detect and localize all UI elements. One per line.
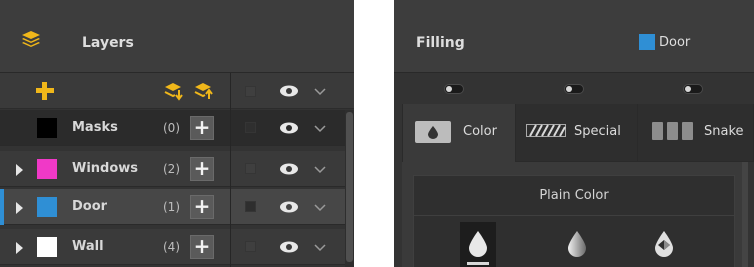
eye-icon[interactable] — [279, 201, 299, 213]
layer-count: (1) — [163, 200, 180, 214]
filling-content: Plain Color — [402, 162, 746, 267]
chevron-down-icon[interactable] — [314, 244, 326, 252]
chevron-down-icon[interactable] — [314, 125, 326, 133]
drop-solid-button[interactable] — [460, 222, 496, 267]
filling-scrollbar[interactable] — [742, 162, 748, 267]
tab-color[interactable]: Color — [402, 104, 516, 162]
chevron-down-icon[interactable] — [314, 204, 326, 212]
add-item-button[interactable]: + — [190, 235, 214, 259]
eye-icon[interactable] — [279, 85, 299, 97]
drop-transparent-icon — [655, 231, 673, 257]
layer-name: Windows — [72, 161, 139, 176]
layer-row-masks[interactable]: Masks (0) + — [0, 110, 345, 146]
eye-icon[interactable] — [279, 122, 299, 134]
layer-row-windows[interactable]: Windows (2) + — [0, 151, 345, 187]
layer-name: Door — [72, 199, 108, 214]
layer-count: (0) — [163, 121, 180, 135]
toolbar-checkbox[interactable] — [245, 86, 256, 97]
section-title: Plain Color — [414, 176, 734, 216]
drop-solid-icon — [469, 231, 487, 257]
layer-lock-checkbox[interactable] — [245, 122, 256, 133]
drop-transparent-button[interactable] — [646, 222, 682, 267]
snake-tab-toggle[interactable] — [683, 84, 703, 94]
layer-row-door[interactable]: Door (1) + — [0, 189, 345, 225]
layers-panel: Layers Masks (0) + Windows (2) + Door (1… — [0, 0, 354, 267]
selection-indicator — [0, 189, 4, 225]
special-tab-toggle[interactable] — [564, 84, 584, 94]
target-layer-name: Door — [659, 35, 691, 50]
chevron-down-icon[interactable] — [314, 88, 326, 96]
layers-title: Layers — [82, 35, 134, 51]
layer-row-wall[interactable]: Wall (4) + — [0, 229, 345, 265]
add-item-button[interactable]: + — [190, 116, 214, 140]
layer-lock-checkbox[interactable] — [245, 163, 256, 174]
tab-snake[interactable]: Snake — [638, 104, 754, 162]
color-tab-toggle[interactable] — [444, 84, 464, 94]
hatch-pattern-icon — [526, 124, 566, 137]
layers-header: Layers — [0, 0, 354, 73]
target-color-swatch — [639, 34, 655, 50]
scrollbar-thumb[interactable] — [346, 112, 353, 262]
filling-title: Filling — [416, 35, 465, 51]
filling-header: Filling Door — [394, 0, 754, 73]
layer-color-swatch[interactable] — [37, 118, 57, 138]
eye-icon[interactable] — [279, 163, 299, 175]
snake-pattern-icon — [652, 122, 696, 140]
layer-color-swatch[interactable] — [37, 237, 57, 257]
move-layer-down-icon[interactable] — [163, 81, 185, 101]
layer-name: Wall — [72, 239, 104, 254]
layer-name: Masks — [72, 120, 118, 135]
layers-stack-icon — [22, 31, 40, 47]
layers-scrollbar[interactable] — [345, 110, 354, 267]
filling-panel: Filling Door Color Special Snake Plain C… — [394, 0, 754, 267]
layer-count: (4) — [163, 240, 180, 254]
add-item-button[interactable]: + — [190, 157, 214, 181]
tab-label: Color — [463, 124, 497, 139]
layer-color-swatch[interactable] — [37, 197, 57, 217]
tab-label: Special — [574, 124, 621, 139]
layer-lock-checkbox[interactable] — [245, 201, 256, 212]
chevron-down-icon[interactable] — [314, 166, 326, 174]
drop-gradient-button[interactable] — [559, 222, 595, 267]
drop-icon — [415, 121, 451, 143]
expand-arrow-icon[interactable] — [16, 242, 23, 254]
layer-count: (2) — [163, 162, 180, 176]
expand-arrow-icon[interactable] — [16, 202, 23, 214]
eye-icon[interactable] — [279, 241, 299, 253]
tab-label: Snake — [704, 124, 744, 139]
tab-special[interactable]: Special — [516, 104, 638, 162]
plain-color-section: Plain Color — [413, 175, 735, 267]
column-divider — [230, 73, 231, 267]
add-layer-button[interactable] — [36, 82, 54, 100]
expand-arrow-icon[interactable] — [16, 164, 23, 176]
drop-gradient-icon — [568, 231, 586, 257]
layer-lock-checkbox[interactable] — [245, 241, 256, 252]
add-item-button[interactable]: + — [190, 195, 214, 219]
layer-color-swatch[interactable] — [37, 159, 57, 179]
move-layer-up-icon[interactable] — [193, 81, 215, 101]
